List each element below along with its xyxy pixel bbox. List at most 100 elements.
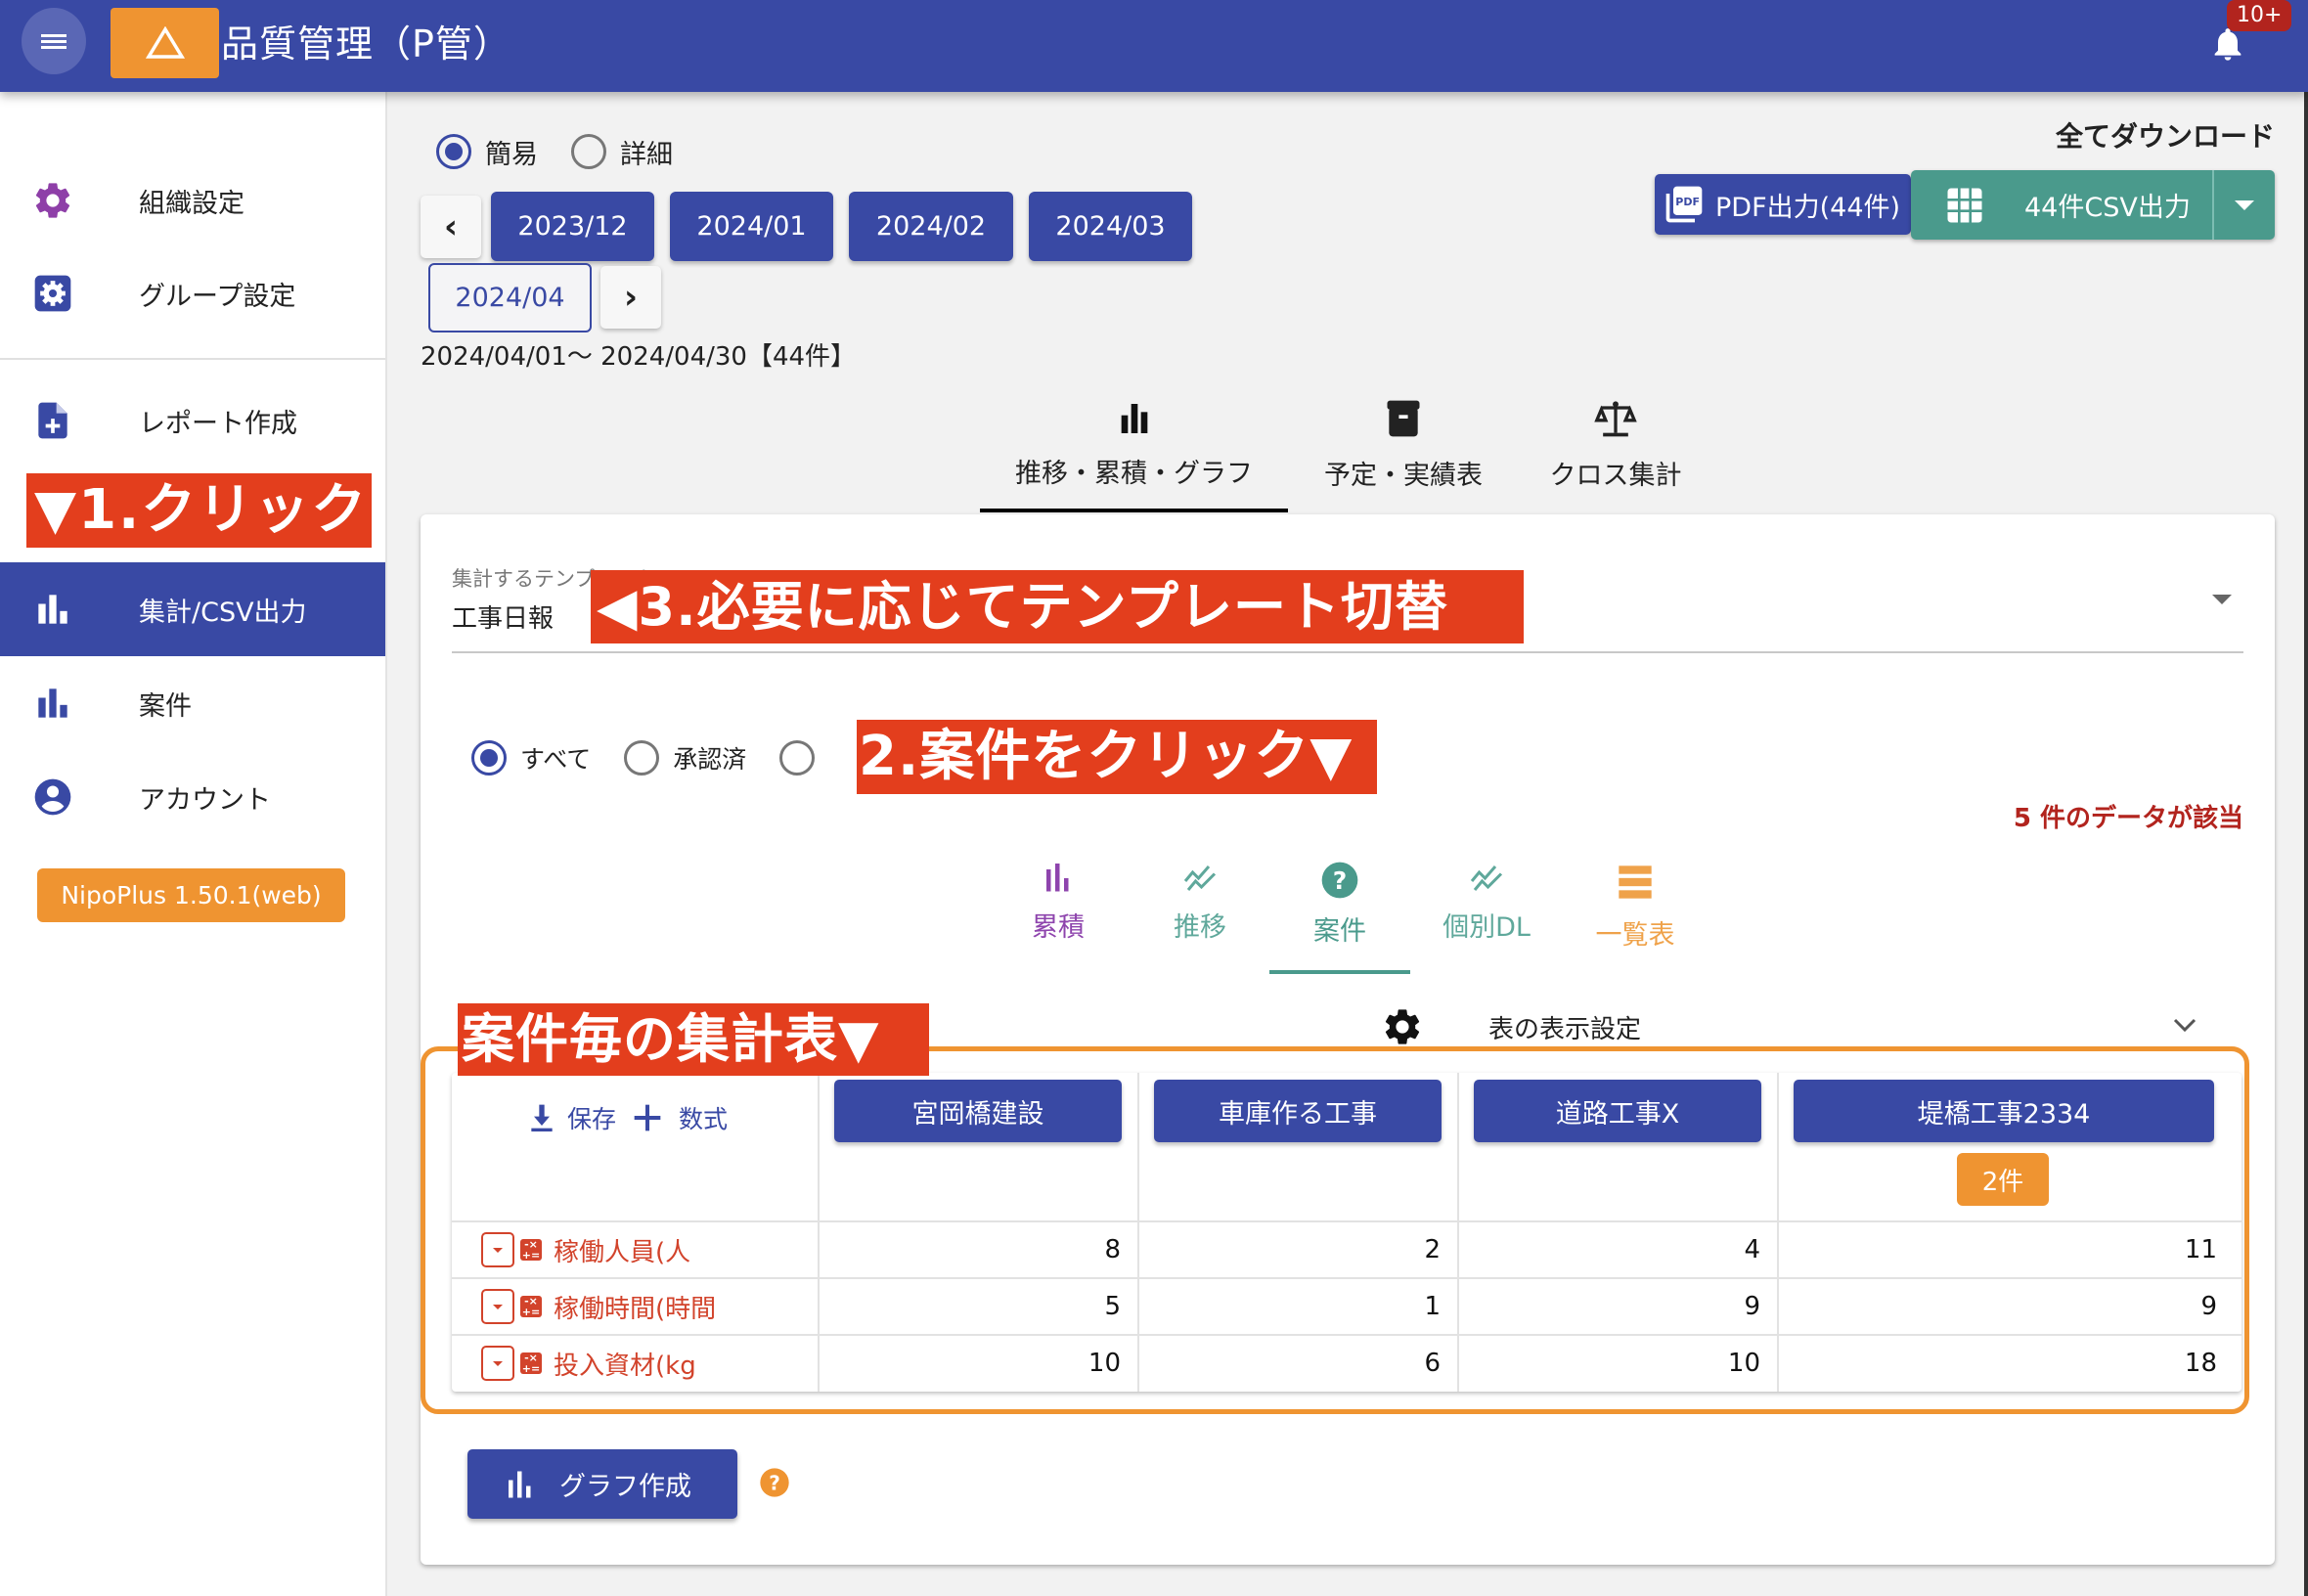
tab-cross-tab[interactable]: クロス集計 — [1526, 393, 1706, 510]
status-radio-all[interactable] — [471, 740, 507, 776]
create-graph-label: グラフ作成 — [559, 1472, 691, 1502]
subtab-label: 案件 — [1313, 916, 1366, 947]
status-radio-approved[interactable] — [624, 740, 660, 776]
table-settings-label: 表の表示設定 — [1488, 1015, 1642, 1044]
subtab-trend[interactable]: 推移 — [1132, 861, 1268, 944]
app-title: 品質管理（P管） — [221, 22, 511, 66]
table-cell: 5 — [1104, 1292, 1121, 1321]
gear-icon — [1385, 1009, 1420, 1044]
create-graph-button[interactable]: グラフ作成 — [467, 1449, 737, 1519]
tab-label: クロス集計 — [1549, 461, 1682, 491]
archive-icon — [1387, 400, 1420, 437]
save-button[interactable]: 保存 — [526, 1100, 632, 1135]
grid-icon — [1947, 188, 1982, 222]
project-button[interactable]: 宮岡橋建設 — [834, 1080, 1122, 1142]
row-label-text: 投入資材(kg — [554, 1351, 696, 1381]
mode-radio-group: 簡易 詳細 — [436, 131, 706, 172]
trend-icon — [1470, 865, 1503, 891]
tab-trend-graph[interactable]: 推移・累積・グラフ — [980, 393, 1288, 512]
scale-icon — [1594, 401, 1637, 437]
subtab-cumulative[interactable]: 累積 — [990, 861, 1127, 944]
bar-chart-icon — [509, 1471, 531, 1497]
sidebar-item-label: グループ設定 — [139, 281, 296, 312]
tab-plan-actual[interactable]: 予定・実績表 — [1301, 393, 1506, 510]
mode-label-detail: 詳細 — [620, 139, 673, 170]
table-settings-toggle[interactable]: 表の表示設定 — [1369, 998, 2230, 1052]
help-icon[interactable]: ? — [759, 1467, 790, 1498]
sidebar: 組織設定 グループ設定 レポート作成 ▼1.クリック 集計/CSV出力 案件 ア… — [0, 92, 387, 1596]
pdf-export-button[interactable]: PDF PDF出力(44件) — [1655, 174, 1911, 235]
csv-export-button[interactable]: 44件CSV出力 — [1911, 170, 2275, 240]
caret-down-icon[interactable] — [481, 1346, 514, 1381]
status-radio-group: すべて 承認済 — [471, 737, 816, 778]
tab-label: 予定・実績表 — [1324, 461, 1483, 491]
add-formula-button[interactable]: 数式 — [632, 1100, 728, 1135]
csv-options-dropdown[interactable] — [2212, 170, 2275, 240]
project-button[interactable]: 車庫作る工事 — [1154, 1080, 1442, 1142]
row-label-text: 稼働人員(人 — [554, 1237, 691, 1267]
month-button[interactable]: 2024/03 — [1029, 192, 1192, 261]
caret-down-icon — [2235, 200, 2254, 210]
file-plus-icon — [38, 402, 67, 439]
table-cell: 10 — [1087, 1349, 1121, 1378]
chevron-down-icon — [2173, 1018, 2197, 1033]
sidebar-item-group-settings[interactable]: グループ設定 — [0, 246, 385, 340]
table-cell: 9 — [1744, 1292, 1760, 1321]
table-cell: 4 — [1744, 1235, 1760, 1264]
mode-radio-simple[interactable] — [436, 134, 471, 169]
caret-down-icon[interactable] — [481, 1232, 514, 1267]
project-button[interactable]: 道路工事X — [1474, 1080, 1761, 1142]
sidebar-item-account[interactable]: アカウント — [0, 750, 385, 844]
month-prev-button[interactable]: ‹ — [421, 196, 481, 258]
pdf-icon: PDF — [1665, 186, 1703, 223]
save-label: 保存 — [567, 1105, 617, 1133]
active-tab-indicator — [980, 509, 1288, 512]
sidebar-item-label: レポート作成 — [139, 408, 297, 439]
table-cell: 11 — [2184, 1235, 2217, 1264]
caret-down-icon[interactable] — [481, 1289, 514, 1324]
match-count: 5 件のデータが該当 — [2013, 804, 2243, 833]
month-button[interactable]: 2024/02 — [849, 192, 1013, 261]
subtab-projects[interactable]: ? 案件 — [1269, 861, 1410, 974]
svg-text:?: ? — [1333, 866, 1348, 895]
subtab-individual-dl[interactable]: 個別DL — [1418, 861, 1555, 944]
status-radio-other[interactable] — [779, 740, 816, 776]
month-button[interactable]: 2023/12 — [491, 192, 654, 261]
annotation-step2: 2.案件をクリック▼ — [857, 720, 1377, 794]
formula-label: 数式 — [679, 1105, 729, 1133]
table-row-label[interactable]: -× += 投入資材(kg — [481, 1335, 696, 1392]
version-badge: NipoPlus 1.50.1(web) — [37, 868, 345, 922]
month-button[interactable]: 2024/01 — [670, 192, 833, 261]
list-icon — [1619, 865, 1652, 899]
subtab-label: 推移 — [1174, 912, 1226, 943]
project-summary-table: 保存 数式 宮岡橋建設 車庫作る工事 道路工事X 堤橋工事2334 2件 -× +… — [452, 1073, 2241, 1392]
subtab-list[interactable]: 一覧表 — [1567, 861, 1704, 952]
sidebar-item-label: アカウント — [139, 784, 271, 816]
row-label-text: 稼働時間(時間 — [554, 1294, 717, 1324]
gear-icon — [35, 183, 70, 218]
table-row-label[interactable]: -× += 稼働時間(時間 — [481, 1278, 716, 1335]
table-cell: 2 — [1424, 1235, 1441, 1264]
menu-button[interactable] — [22, 8, 86, 74]
pdf-export-label: PDF出力(44件) — [1715, 192, 1901, 223]
account-circle-icon — [34, 778, 71, 816]
hamburger-icon — [41, 31, 67, 52]
table-cell: 10 — [1727, 1349, 1760, 1378]
gear-box-icon — [34, 275, 71, 312]
subtab-label: 個別DL — [1442, 912, 1531, 943]
sidebar-item-aggregate-csv[interactable]: 集計/CSV出力 — [0, 562, 385, 656]
sidebar-item-org-settings[interactable]: 組織設定 — [0, 154, 385, 247]
table-row-label[interactable]: -× += 稼働人員(人 — [481, 1221, 690, 1278]
annotation-step3: ◀3.必要に応じてテンプレート切替 — [591, 570, 1524, 643]
project-button[interactable]: 堤橋工事2334 — [1794, 1080, 2214, 1142]
sidebar-item-report-create[interactable]: レポート作成 — [0, 374, 385, 467]
month-button-selected[interactable]: 2024/04 — [428, 263, 592, 332]
month-next-button[interactable]: › — [600, 266, 661, 329]
calculator-icon: -× += — [520, 1352, 542, 1375]
mode-radio-detail[interactable] — [571, 134, 606, 169]
project-count-badge: 2件 — [1957, 1153, 2049, 1206]
trend-icon — [1183, 865, 1217, 891]
sidebar-item-projects[interactable]: 案件 — [0, 656, 385, 750]
app-logo[interactable] — [111, 8, 219, 78]
download-all-title: 全てダウンロード — [2055, 120, 2275, 153]
